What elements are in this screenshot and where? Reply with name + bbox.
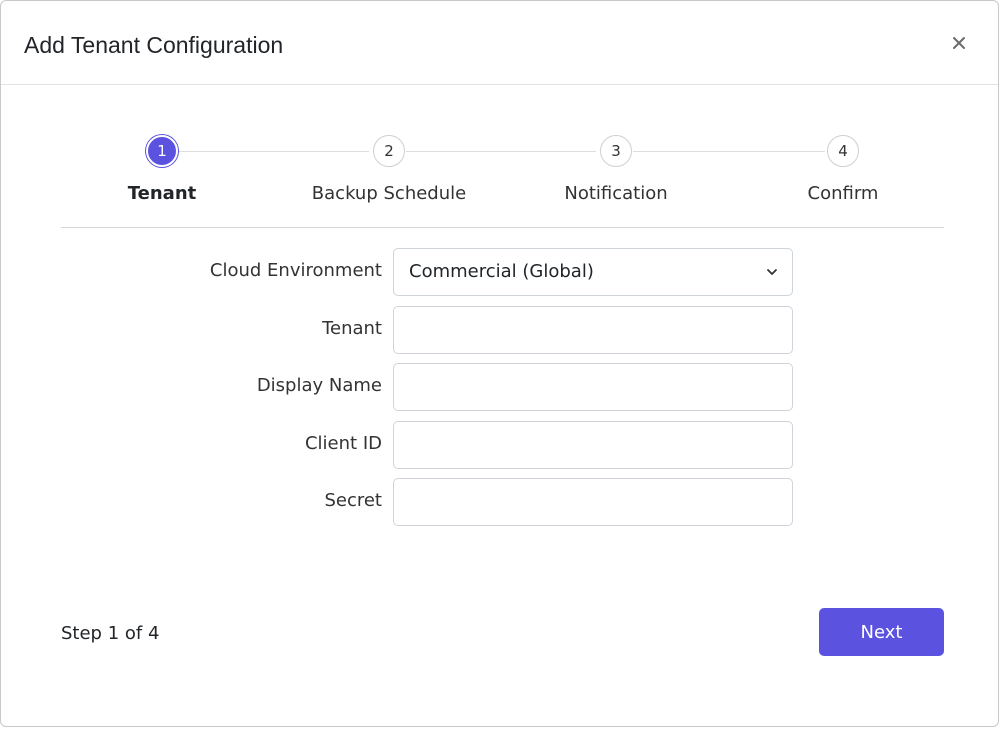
display-name-input[interactable]	[393, 363, 793, 411]
next-button[interactable]: Next	[819, 608, 944, 656]
tenant-row: Tenant	[1, 306, 1001, 354]
modal-title: Add Tenant Configuration	[24, 32, 284, 58]
client-id-input[interactable]	[393, 421, 793, 469]
stepper-divider	[61, 227, 944, 228]
modal-header: Add Tenant Configuration	[1, 1, 998, 85]
step-2-label: Backup Schedule	[311, 183, 467, 204]
step-1-number: 1	[157, 142, 167, 160]
stepper: 1 2 3 4 Tenant Backup Schedule Notificat…	[61, 129, 944, 229]
cloud-environment-select[interactable]: Commercial (Global)	[393, 248, 793, 296]
display-name-label: Display Name	[256, 375, 382, 396]
step-1-circle[interactable]: 1	[146, 135, 178, 167]
stepper-connector	[179, 151, 369, 152]
stepper-connector	[406, 151, 596, 152]
step-4-circle[interactable]: 4	[827, 135, 859, 167]
stepper-connector	[633, 151, 825, 152]
close-button[interactable]	[950, 34, 968, 52]
client-id-row: Client ID	[1, 421, 1001, 469]
cloud-environment-value: Commercial (Global)	[409, 261, 594, 282]
tenant-label: Tenant	[322, 318, 382, 339]
close-icon	[953, 37, 965, 49]
add-tenant-modal: Add Tenant Configuration 1 2 3 4 Tenant …	[0, 0, 999, 727]
cloud-environment-label: Cloud Environment	[209, 260, 382, 281]
step-3-label: Notification	[564, 183, 668, 204]
step-2-number: 2	[384, 142, 394, 160]
client-id-label: Client ID	[304, 433, 382, 454]
step-1-label: Tenant	[127, 183, 197, 204]
step-4-number: 4	[838, 142, 848, 160]
step-4-label: Confirm	[807, 183, 879, 204]
step-3-number: 3	[611, 142, 621, 160]
step-2-circle[interactable]: 2	[373, 135, 405, 167]
step-3-circle[interactable]: 3	[600, 135, 632, 167]
cloud-environment-row: Cloud Environment Commercial (Global)	[1, 248, 1001, 296]
chevron-down-icon	[767, 269, 777, 275]
tenant-input[interactable]	[393, 306, 793, 354]
step-indicator: Step 1 of 4	[61, 623, 160, 644]
secret-label: Secret	[324, 490, 382, 511]
display-name-row: Display Name	[1, 363, 1001, 411]
secret-input[interactable]	[393, 478, 793, 526]
secret-row: Secret	[1, 478, 1001, 526]
